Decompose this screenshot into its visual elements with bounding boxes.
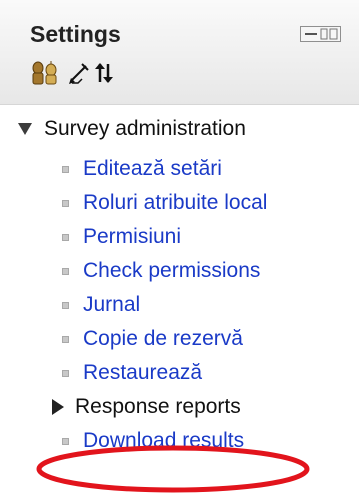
bullet-icon <box>62 233 69 241</box>
restore-link[interactable]: Restaurează <box>83 361 202 385</box>
section-survey-administration[interactable]: Survey administration <box>18 116 246 142</box>
bullet-icon <box>62 369 69 377</box>
bullet-icon <box>62 335 69 343</box>
backup-link[interactable]: Copie de rezervă <box>83 327 243 351</box>
section-label: Survey administration <box>44 117 246 140</box>
bullet-icon <box>62 199 69 207</box>
block-header: Settings <box>0 0 359 105</box>
permissions-link[interactable]: Permisiuni <box>83 225 181 249</box>
edit-settings-link[interactable]: Editează setări <box>83 157 222 181</box>
logs-link[interactable]: Jurnal <box>83 293 140 317</box>
pencil-icon[interactable] <box>68 61 90 85</box>
check-permissions-link[interactable]: Check permissions <box>83 259 260 283</box>
list-item-download-results: Download results <box>62 428 244 454</box>
block-title: Settings <box>30 21 121 47</box>
response-reports-label: Response reports <box>75 395 241 418</box>
move-icon[interactable] <box>94 61 114 85</box>
list-item-edit-settings: Editează setări <box>62 156 222 182</box>
bullet-icon <box>62 301 69 309</box>
bullet-icon <box>62 267 69 275</box>
expanded-triangle-icon[interactable] <box>18 123 32 135</box>
settings-block: Settings Survey administration Editează … <box>0 0 359 495</box>
list-item-locally-assigned-roles: Roluri atribuite local <box>62 190 267 216</box>
collapsed-triangle-icon[interactable] <box>52 399 64 415</box>
collapse-dock-icon[interactable] <box>300 25 341 43</box>
list-item-logs: Jurnal <box>62 292 140 318</box>
users-icon[interactable] <box>30 61 60 85</box>
download-results-link[interactable]: Download results <box>83 429 244 453</box>
list-item-check-permissions: Check permissions <box>62 258 260 284</box>
list-item-backup: Copie de rezervă <box>62 326 243 352</box>
locally-assigned-roles-link[interactable]: Roluri atribuite local <box>83 191 267 215</box>
list-item-permissions: Permisiuni <box>62 224 181 250</box>
block-content: Survey administration Editează setări Ro… <box>0 104 359 495</box>
bullet-icon <box>62 165 69 173</box>
bullet-icon <box>62 437 69 445</box>
list-item-response-reports[interactable]: Response reports <box>52 394 241 420</box>
list-item-restore: Restaurează <box>62 360 202 386</box>
